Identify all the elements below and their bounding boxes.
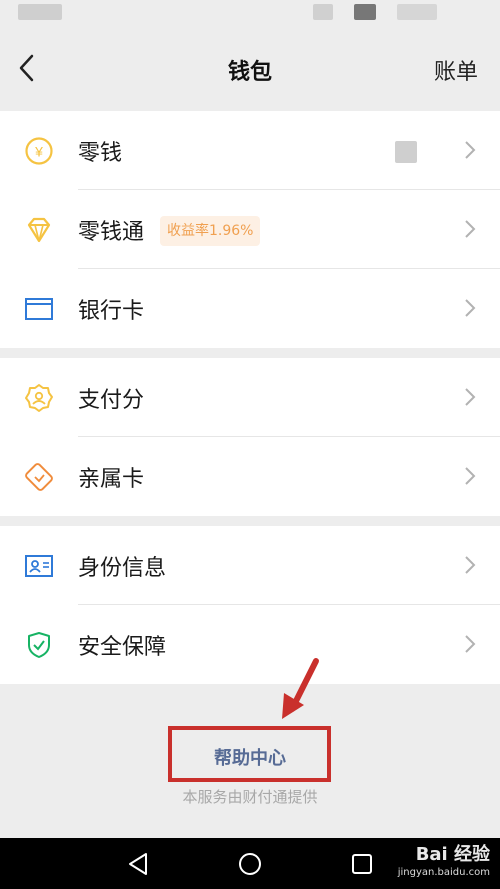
status-blur: [397, 4, 437, 20]
status-blur: [313, 4, 333, 20]
row-family-card[interactable]: 亲属卡: [0, 437, 500, 516]
row-bank-card[interactable]: 银行卡: [0, 269, 500, 348]
status-bar: [0, 0, 500, 28]
nav-recent-icon[interactable]: [351, 853, 373, 875]
bank-card-icon: [25, 298, 53, 320]
bill-button[interactable]: 账单: [434, 54, 478, 86]
watermark-url: jingyan.baidu.com: [397, 867, 490, 878]
wallet-group-3: 身份信息 安全保障: [0, 526, 500, 684]
chevron-right-icon: [465, 388, 476, 406]
row-label: 亲属卡: [78, 467, 145, 492]
watermark-brand: Bai 经验: [415, 844, 490, 865]
wallet-group-2: 支付分 亲属卡: [0, 358, 500, 516]
diamond-icon: [27, 217, 51, 243]
id-card-icon: [25, 555, 53, 577]
pay-score-icon: [25, 384, 53, 412]
watermark: Bai 经验 jingyan.baidu.com: [398, 846, 490, 878]
chevron-right-icon: [465, 467, 476, 485]
family-card-icon: [25, 463, 53, 491]
nav-back-icon[interactable]: [126, 851, 150, 877]
nav-home-icon[interactable]: [238, 852, 262, 876]
annotation-arrow-icon: [282, 658, 319, 719]
row-label: 银行卡: [78, 299, 145, 324]
chevron-right-icon: [465, 141, 476, 159]
row-label: 安全保障: [78, 635, 167, 660]
page-title: 钱包: [227, 60, 272, 85]
svg-text:¥: ¥: [34, 144, 43, 160]
coin-yen-icon: ¥: [25, 137, 53, 165]
chevron-right-icon: [465, 299, 476, 317]
shield-check-icon: [28, 632, 50, 658]
row-label: 支付分: [78, 388, 145, 413]
yield-badge: 收益率1.96%: [160, 216, 261, 246]
row-security[interactable]: 安全保障: [0, 605, 500, 684]
wallet-group-1: ¥ 零钱 零钱通 收益率1.96% 银行卡: [0, 111, 500, 348]
annotation-box: [168, 726, 331, 782]
status-blur: [354, 4, 376, 20]
row-identity[interactable]: 身份信息: [0, 526, 500, 605]
status-blur: [18, 4, 62, 20]
row-label: 零钱通: [78, 220, 145, 245]
nav-bar: 钱包 账单: [0, 28, 500, 110]
chevron-right-icon: [465, 556, 476, 574]
system-nav-bar: Bai 经验 jingyan.baidu.com: [0, 838, 500, 889]
row-label: 身份信息: [78, 556, 167, 581]
provider-text: 本服务由财付通提供: [182, 788, 318, 806]
row-label: 零钱: [78, 141, 123, 166]
balance-blur: [395, 141, 417, 163]
chevron-right-icon: [465, 635, 476, 653]
row-pay-score[interactable]: 支付分: [0, 358, 500, 437]
chevron-right-icon: [465, 220, 476, 238]
row-lqt[interactable]: 零钱通 收益率1.96%: [0, 190, 500, 269]
row-change[interactable]: ¥ 零钱: [0, 111, 500, 190]
